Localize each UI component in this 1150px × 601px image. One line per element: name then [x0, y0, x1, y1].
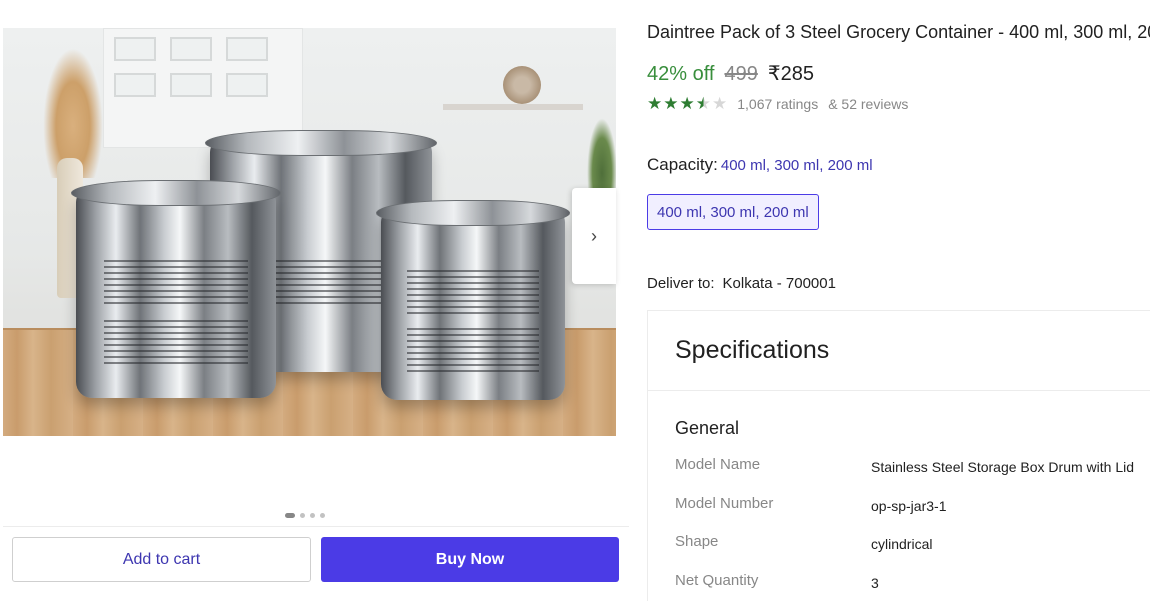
- capacity-label: Capacity:: [647, 155, 718, 174]
- star-icon: ★: [679, 94, 695, 113]
- product-image[interactable]: [3, 28, 616, 436]
- spec-row: Shape cylindrical: [675, 533, 1150, 572]
- buy-now-button[interactable]: Buy Now: [321, 537, 619, 582]
- spec-key: Model Number: [675, 494, 774, 512]
- spec-key: Net Quantity: [675, 572, 759, 590]
- chevron-right-icon: ›: [591, 225, 597, 246]
- spec-value: cylindrical: [871, 536, 933, 553]
- carousel-dots: [285, 513, 325, 518]
- spec-key: Model Name: [675, 456, 761, 473]
- steel-container-small: [376, 200, 570, 400]
- spec-value: Stainless Steel Storage Box Drum with Li…: [871, 459, 1135, 475]
- carousel-dot[interactable]: [310, 513, 315, 518]
- spec-group-title: General: [675, 418, 740, 438]
- delivery-row[interactable]: Deliver to: Kolkata - 700001: [647, 275, 836, 292]
- capacity-label-row: Capacity: 400 ml, 300 ml, 200 ml: [647, 155, 873, 175]
- product-gallery: › Add to cart Buy Now: [0, 0, 632, 601]
- product-title: Daintree Pack of 3 Steel Grocery Contain…: [647, 22, 1150, 42]
- capacity-selected-value: 400 ml, 300 ml, 200 ml: [720, 157, 873, 174]
- next-image-button[interactable]: ›: [572, 188, 616, 284]
- carousel-dot[interactable]: [285, 513, 295, 518]
- deliver-label: Deliver to:: [647, 275, 715, 292]
- background-shelf: [443, 104, 583, 110]
- spec-value: op-sp-jar3-1: [871, 497, 947, 514]
- spec-value: 3: [871, 575, 879, 592]
- action-bar: Add to cart Buy Now: [3, 526, 629, 592]
- spec-row: Model Number op-sp-jar3-1: [675, 495, 1150, 534]
- price-row: 42% off 499 ₹285: [647, 61, 814, 86]
- add-to-cart-button[interactable]: Add to cart: [12, 537, 311, 582]
- star-icon: ★: [663, 94, 679, 113]
- steel-container-medium: [71, 180, 281, 398]
- specifications-card: Specifications General Model Name Stainl…: [647, 310, 1150, 601]
- spec-table: Model Name Stainless Steel Storage Box D…: [675, 456, 1150, 601]
- product-details: Daintree Pack of 3 Steel Grocery Contain…: [647, 0, 1150, 601]
- spec-row: Net Quantity 3: [675, 572, 1150, 601]
- delivery-location: Kolkata - 700001: [722, 275, 836, 292]
- rating-row[interactable]: ★ ★ ★ ★ ★ 1,067 ratings & 52 reviews: [647, 95, 908, 112]
- carousel-dot[interactable]: [320, 513, 325, 518]
- discount-percent: 42% off: [647, 63, 715, 85]
- specifications-heading: Specifications: [648, 311, 1150, 391]
- star-empty-icon: ★: [712, 94, 728, 113]
- star-icon: ★: [647, 94, 663, 113]
- background-plate: [503, 66, 541, 104]
- star-rating: ★ ★ ★ ★ ★: [647, 95, 727, 112]
- original-price: 499: [724, 63, 758, 85]
- capacity-option[interactable]: 400 ml, 300 ml, 200 ml: [647, 194, 819, 230]
- reviews-count: & 52 reviews: [828, 95, 909, 112]
- ratings-count: 1,067 ratings: [737, 95, 819, 112]
- carousel-dot[interactable]: [300, 513, 305, 518]
- spec-row: Model Name Stainless Steel Storage Box D…: [675, 456, 1150, 495]
- spec-key: Shape: [675, 533, 719, 551]
- selling-price: ₹285: [767, 63, 814, 85]
- star-half-icon: ★: [695, 94, 711, 113]
